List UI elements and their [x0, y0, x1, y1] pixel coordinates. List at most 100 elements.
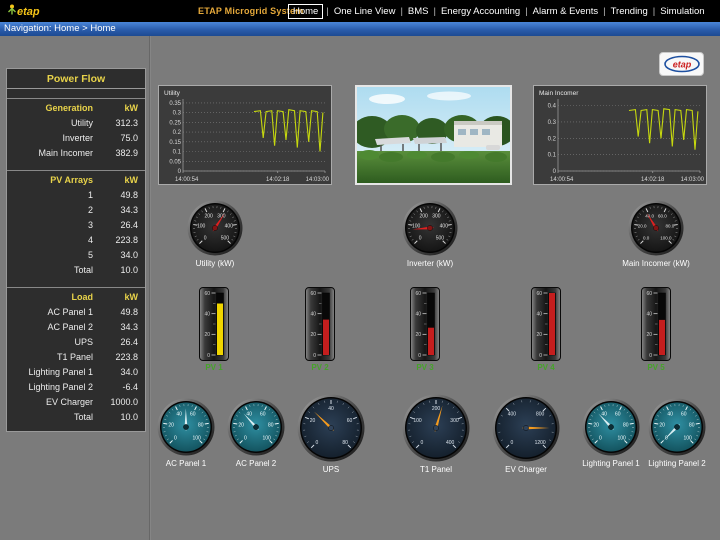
row-label: 5	[7, 248, 93, 263]
svg-text:Utility: Utility	[164, 90, 181, 97]
menu-item-alarm-events[interactable]: Alarm & Events	[531, 5, 600, 18]
row-label: AC Panel 1	[7, 305, 93, 320]
row-value: 49.8	[93, 305, 145, 320]
trend-plot: Main Incomer00.10.20.30.414:00:5414:02:1…	[534, 86, 706, 184]
row-label: Total	[7, 263, 93, 278]
row-value: 223.8	[93, 350, 145, 365]
gauge-ac-panel-2: 020406080100 AC Panel 2	[227, 398, 285, 456]
gauge-main-incomer-label: Main Incomer (kW)	[622, 259, 690, 268]
svg-text:1200: 1200	[535, 440, 546, 446]
gauge-ev-charger: 04008001200 EV Charger	[492, 394, 560, 462]
menu-item-bms[interactable]: BMS	[406, 5, 431, 18]
main-incomer-trend-chart: Main Incomer00.10.20.30.414:00:5414:02:1…	[533, 85, 707, 185]
svg-text:0: 0	[553, 169, 557, 175]
row-value: 49.8	[93, 188, 145, 203]
svg-text:0.35: 0.35	[169, 101, 181, 107]
svg-text:14:00:54: 14:00:54	[175, 177, 199, 183]
dial-face: 020406080100	[227, 398, 285, 456]
gauge-lighting-panel-2: 020406080100 Lighting Panel 2	[648, 398, 706, 456]
svg-text:80: 80	[268, 422, 274, 428]
svg-text:0.2: 0.2	[173, 130, 182, 136]
svg-text:60: 60	[204, 291, 210, 297]
svg-text:60.0: 60.0	[658, 213, 667, 218]
section-header-label: PV Arrays	[7, 173, 93, 188]
svg-text:0: 0	[174, 435, 177, 441]
svg-text:0.3: 0.3	[548, 120, 557, 126]
etap-logo-text: etap	[17, 6, 40, 18]
svg-text:40: 40	[601, 411, 607, 417]
power-flow-row-1: 149.8	[7, 188, 145, 203]
row-label: 3	[7, 218, 93, 233]
bar-gauge-pv-4: 0204060 PV 4	[531, 287, 561, 361]
svg-text:100: 100	[197, 224, 206, 230]
svg-text:400: 400	[440, 224, 449, 230]
svg-text:80: 80	[198, 422, 204, 428]
gauge-t1-panel: 0100200300400 T1 Panel	[402, 394, 470, 462]
svg-text:0.3: 0.3	[173, 111, 182, 117]
dial-face: 0100200300400	[402, 394, 470, 462]
svg-text:60: 60	[646, 291, 652, 297]
gauge-main-incomer: 0.020.040.060.080.0100.0 Main Incomer (k…	[628, 200, 684, 256]
row-label: Lighting Panel 2	[7, 380, 93, 395]
svg-text:40: 40	[646, 311, 652, 317]
row-label: EV Charger	[7, 395, 93, 410]
gauge-utility-dial: 0100200300400500	[187, 200, 243, 261]
menu-item-energy-accounting[interactable]: Energy Accounting	[439, 5, 522, 18]
row-value: 382.9	[93, 146, 145, 161]
menu-item-trending[interactable]: Trending	[609, 5, 650, 18]
svg-text:500: 500	[436, 236, 445, 242]
vertical-divider	[149, 36, 151, 540]
svg-text:0.0: 0.0	[643, 236, 650, 241]
menu-item-home[interactable]: Home	[288, 4, 323, 19]
power-flow-row-utility: Utility312.3	[7, 116, 145, 131]
section-header-unit: kW	[93, 290, 145, 305]
dial-face: 020406080100	[648, 398, 706, 456]
bar-gauge-pv-2: 0204060 PV 2	[305, 287, 335, 361]
dial-face: 020406080	[297, 394, 365, 462]
svg-text:0: 0	[599, 435, 602, 441]
power-flow-row-total: Total10.0	[7, 410, 145, 425]
menu-item-simulation[interactable]: Simulation	[658, 5, 706, 18]
svg-text:60: 60	[415, 291, 421, 297]
svg-text:40: 40	[536, 311, 542, 317]
bar-body: 0204060	[305, 287, 335, 361]
bar-gauge-pv-2-label: PV 2	[311, 363, 328, 372]
svg-text:100: 100	[262, 435, 271, 441]
menu-separator: |	[603, 6, 605, 17]
bar-gauge-pv-1: 0204060 PV 1	[199, 287, 229, 361]
svg-text:60: 60	[190, 411, 196, 417]
section-header-unit: kW	[93, 101, 145, 116]
section-header-generation: GenerationkW	[7, 101, 145, 116]
svg-text:100: 100	[192, 435, 201, 441]
gauge-lighting-panel-2-dial: 020406080100	[648, 398, 706, 461]
gauge-ac-panel-2-dial: 020406080100	[227, 398, 285, 461]
gauge-lighting-panel-1-dial: 020406080100	[582, 398, 640, 461]
bar-gauge-pv-1-body: 0204060	[199, 287, 229, 366]
gauge-utility: 0100200300400500 Utility (kW)	[187, 200, 243, 256]
row-value: 26.4	[93, 335, 145, 350]
svg-text:80: 80	[623, 422, 629, 428]
trend-plot: Utility00.050.10.150.20.250.30.3514:00:5…	[159, 86, 331, 184]
gauge-ac-panel-1-label: AC Panel 1	[166, 459, 206, 468]
svg-text:20.0: 20.0	[638, 224, 647, 229]
top-bar: etap ETAP Microgrid System Home|One Line…	[0, 0, 720, 22]
utility-trend-chart: Utility00.050.10.150.20.250.30.3514:00:5…	[158, 85, 332, 185]
gauge-ac-panel-1: 020406080100 AC Panel 1	[157, 398, 215, 456]
gauge-ups-dial: 020406080	[297, 394, 365, 467]
power-flow-row-4: 4223.8	[7, 233, 145, 248]
row-label: 1	[7, 188, 93, 203]
row-label: AC Panel 2	[7, 320, 93, 335]
svg-text:400: 400	[446, 440, 455, 446]
power-flow-row-t1-panel: T1 Panel223.8	[7, 350, 145, 365]
gauge-lighting-panel-2-label: Lighting Panel 2	[648, 459, 705, 468]
bar-gauge-pv-5: 0204060 PV 5	[641, 287, 671, 361]
bar-gauge-pv-4-label: PV 4	[537, 363, 554, 372]
menu-item-one-line-view[interactable]: One Line View	[332, 5, 398, 18]
power-flow-row-lighting-panel-2: Lighting Panel 2-6.4	[7, 380, 145, 395]
gauge-t1-panel-label: T1 Panel	[420, 465, 452, 474]
svg-text:14:02:18: 14:02:18	[641, 177, 665, 183]
bar-body: 0204060	[531, 287, 561, 361]
power-flow-row-ups: UPS26.4	[7, 335, 145, 350]
row-value: -6.4	[93, 380, 145, 395]
svg-text:0.1: 0.1	[548, 153, 557, 159]
